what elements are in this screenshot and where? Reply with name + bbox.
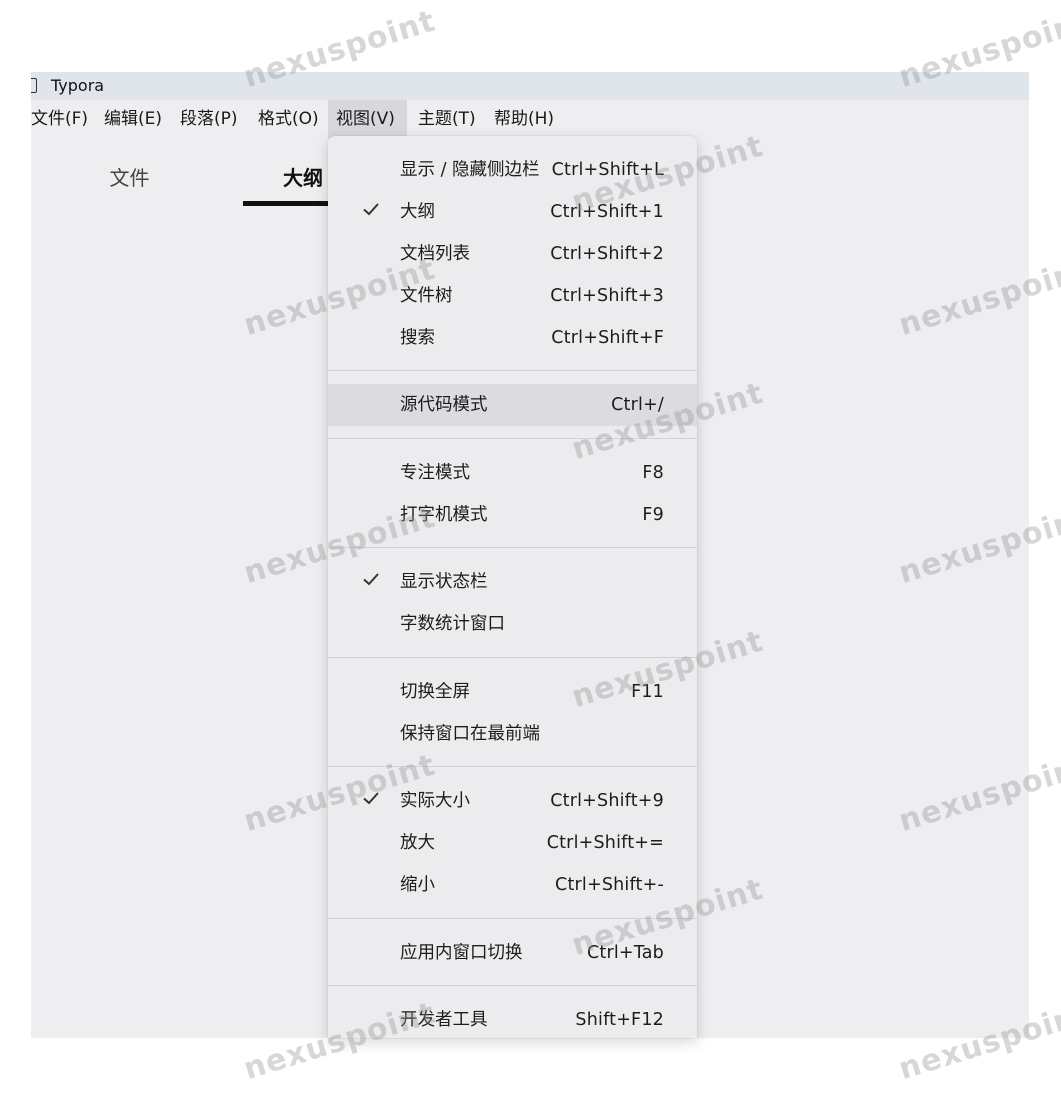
menu-edit[interactable]: 编辑(E) <box>96 100 170 138</box>
menu-item-shortcut: F8 <box>642 463 664 483</box>
menu-item-zoom-in[interactable]: 放大 Ctrl+Shift+= <box>328 822 697 864</box>
menu-item-word-count-window[interactable]: 字数统计窗口 <box>328 603 697 645</box>
menu-item-label: 保持窗口在最前端 <box>400 724 540 744</box>
menu-theme[interactable]: 主题(T) <box>410 100 484 138</box>
menu-item-label: 搜索 <box>400 328 435 348</box>
menu-view[interactable]: 视图(V) <box>328 100 407 138</box>
menu-item-toggle-sidebar[interactable]: 显示 / 隐藏侧边栏 Ctrl+Shift+L <box>328 149 697 191</box>
menu-item-label: 专注模式 <box>400 463 470 483</box>
menu-paragraph[interactable]: 段落(P) <box>172 100 246 138</box>
menu-item-label: 大纲 <box>400 202 435 222</box>
window-title: Typora <box>51 76 105 95</box>
menu-separator <box>328 657 697 658</box>
menu-item-source-code-mode[interactable]: 源代码模式 Ctrl+/ <box>328 384 697 426</box>
menu-item-label: 切换全屏 <box>400 682 470 702</box>
menu-item-label: 显示 / 隐藏侧边栏 <box>400 160 540 180</box>
menu-item-label: 源代码模式 <box>400 395 488 415</box>
menu-item-show-status-bar[interactable]: 显示状态栏 <box>328 561 697 603</box>
menu-item-label: 放大 <box>400 833 435 853</box>
menu-item-shortcut: F9 <box>642 505 664 525</box>
menu-bar: 文件(F) 编辑(E) 段落(P) 格式(O) 视图(V) 主题(T) 帮助(H… <box>31 100 1029 138</box>
checkmark-icon <box>363 792 379 805</box>
menu-help[interactable]: 帮助(H) <box>486 100 562 138</box>
menu-item-shortcut: Ctrl+Shift+= <box>546 833 664 853</box>
menu-item-zoom-out[interactable]: 缩小 Ctrl+Shift+- <box>328 864 697 906</box>
menu-item-shortcut: Ctrl+Shift+2 <box>550 244 664 264</box>
menu-item-label: 开发者工具 <box>400 1010 488 1030</box>
menu-item-label: 字数统计窗口 <box>400 614 505 634</box>
title-bar: Typora <box>31 72 1029 100</box>
menu-item-file-tree[interactable]: 文件树 Ctrl+Shift+3 <box>328 275 697 317</box>
menu-item-shortcut: Ctrl+Shift+1 <box>550 202 664 222</box>
menu-separator <box>328 438 697 439</box>
menu-item-shortcut: Ctrl+Tab <box>586 943 664 963</box>
menu-item-label: 文件树 <box>400 286 453 306</box>
menu-item-shortcut: Shift+F12 <box>575 1010 664 1030</box>
menu-item-shortcut: Ctrl+Shift+F <box>551 328 664 348</box>
menu-separator <box>328 370 697 371</box>
menu-item-toggle-fullscreen[interactable]: 切换全屏 F11 <box>328 671 697 713</box>
tab-files[interactable]: 文件 <box>81 158 178 208</box>
app-icon <box>31 78 37 93</box>
menu-item-document-list[interactable]: 文档列表 Ctrl+Shift+2 <box>328 233 697 275</box>
menu-item-shortcut: Ctrl+Shift+9 <box>550 791 664 811</box>
menu-item-actual-size[interactable]: 实际大小 Ctrl+Shift+9 <box>328 780 697 822</box>
menu-item-outline[interactable]: 大纲 Ctrl+Shift+1 <box>328 191 697 233</box>
menu-item-shortcut: Ctrl+Shift+L <box>551 160 664 180</box>
menu-item-shortcut: Ctrl+Shift+3 <box>550 286 664 306</box>
checkmark-icon <box>363 573 379 586</box>
menu-separator <box>328 547 697 548</box>
menu-item-label: 缩小 <box>400 875 435 895</box>
menu-item-focus-mode[interactable]: 专注模式 F8 <box>328 452 697 494</box>
menu-item-shortcut: F11 <box>631 682 664 702</box>
menu-item-always-on-top[interactable]: 保持窗口在最前端 <box>328 713 697 755</box>
menu-item-in-app-window-switch[interactable]: 应用内窗口切换 Ctrl+Tab <box>328 932 697 974</box>
menu-separator <box>328 985 697 986</box>
menu-item-search[interactable]: 搜索 Ctrl+Shift+F <box>328 317 697 359</box>
menu-item-label: 文档列表 <box>400 244 470 264</box>
menu-separator <box>328 918 697 919</box>
checkmark-icon <box>363 203 379 216</box>
menu-format[interactable]: 格式(O) <box>250 100 327 138</box>
menu-item-label: 显示状态栏 <box>400 572 488 592</box>
menu-file[interactable]: 文件(F) <box>31 100 96 138</box>
menu-item-label: 应用内窗口切换 <box>400 943 523 963</box>
menu-item-developer-tools[interactable]: 开发者工具 Shift+F12 <box>328 999 697 1038</box>
menu-item-typewriter-mode[interactable]: 打字机模式 F9 <box>328 494 697 536</box>
menu-separator <box>328 766 697 767</box>
menu-item-shortcut: Ctrl+/ <box>611 395 664 415</box>
menu-item-label: 打字机模式 <box>400 505 488 525</box>
menu-item-shortcut: Ctrl+Shift+- <box>555 875 664 895</box>
menu-item-label: 实际大小 <box>400 791 470 811</box>
view-menu-dropdown: 显示 / 隐藏侧边栏 Ctrl+Shift+L 大纲 Ctrl+Shift+1 … <box>328 136 697 1038</box>
